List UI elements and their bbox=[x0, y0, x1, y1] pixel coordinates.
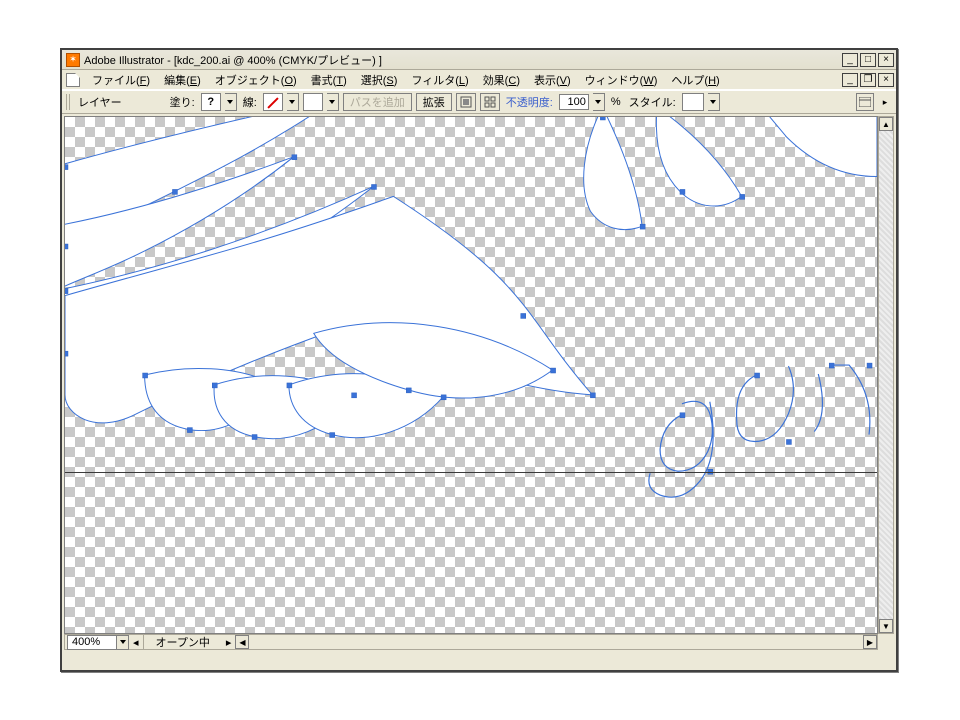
expand-button[interactable]: 拡張 bbox=[416, 93, 452, 111]
menu-filter[interactable]: フィルタ(L) bbox=[405, 70, 474, 90]
scroll-down-button[interactable]: ▼ bbox=[879, 619, 893, 633]
zoom-dropdown[interactable] bbox=[117, 635, 129, 650]
menu-edit[interactable]: 編集(E) bbox=[158, 70, 207, 90]
document-icon bbox=[66, 73, 80, 87]
fill-dropdown[interactable] bbox=[225, 93, 237, 111]
menubar: ファイル(F) 編集(E) オブジェクト(O) 書式(T) 選択(S) フィルタ… bbox=[62, 70, 896, 90]
panel-toggle-icon[interactable] bbox=[856, 93, 874, 111]
opacity-unit: % bbox=[609, 96, 623, 108]
close-button[interactable]: × bbox=[878, 53, 894, 67]
artboard-edge bbox=[65, 472, 877, 473]
isolate-group-icon[interactable] bbox=[456, 93, 476, 111]
zoom-field[interactable]: 400% bbox=[67, 635, 117, 650]
titlebar-text: Adobe Illustrator - [kdc_200.ai @ 400% (… bbox=[84, 52, 842, 68]
app-window: ✶ Adobe Illustrator - [kdc_200.ai @ 400%… bbox=[60, 48, 898, 672]
canvas[interactable] bbox=[64, 116, 878, 634]
menu-select[interactable]: 選択(S) bbox=[355, 70, 404, 90]
menu-file[interactable]: ファイル(F) bbox=[86, 70, 156, 90]
graphic-style-swatch[interactable] bbox=[682, 93, 704, 111]
horizontal-scrollbar: 400% ◂ オープン中 ▸ ◀ ▶ bbox=[64, 634, 878, 650]
scroll-up-button[interactable]: ▲ bbox=[879, 117, 893, 131]
menu-help[interactable]: ヘルプ(H) bbox=[665, 70, 725, 90]
align-panel-icon[interactable] bbox=[480, 93, 500, 111]
toolbar-grip[interactable] bbox=[66, 94, 72, 110]
scroll-left-button[interactable]: ◀ bbox=[235, 635, 249, 649]
selection-type-label: レイヤー bbox=[76, 94, 124, 110]
options-flyout-icon[interactable] bbox=[878, 96, 892, 108]
stroke-label: 線: bbox=[241, 94, 259, 110]
menu-window[interactable]: ウィンドウ(W) bbox=[579, 70, 664, 90]
document-area: ▲ ▼ 400% ◂ オープン中 ▸ ◀ ▶ bbox=[62, 114, 896, 652]
menu-type[interactable]: 書式(T) bbox=[305, 70, 353, 90]
window-controls: _ □ × bbox=[842, 53, 894, 67]
opacity-dropdown[interactable] bbox=[593, 93, 605, 111]
status-text: オープン中 bbox=[143, 635, 222, 650]
menu-object[interactable]: オブジェクト(O) bbox=[209, 70, 303, 90]
scroll-track[interactable] bbox=[879, 131, 893, 619]
scroll-right-button[interactable]: ▶ bbox=[863, 635, 877, 649]
minimize-button[interactable]: _ bbox=[842, 53, 858, 67]
maximize-button[interactable]: □ bbox=[860, 53, 876, 67]
opacity-label[interactable]: 不透明度: bbox=[504, 94, 555, 110]
fill-swatch[interactable]: ? bbox=[201, 93, 221, 111]
app-icon: ✶ bbox=[66, 53, 80, 67]
graphic-style-dropdown[interactable] bbox=[708, 93, 720, 111]
status-next-icon[interactable]: ▸ bbox=[222, 636, 236, 649]
doc-minimize-button[interactable]: _ bbox=[842, 73, 858, 87]
doc-restore-button[interactable]: ❐ bbox=[860, 73, 876, 87]
status-prev-icon[interactable]: ◂ bbox=[129, 636, 143, 649]
options-bar: レイヤー 塗り: ? 線: パスを追加 拡張 不透明度: 100 % スタイル: bbox=[62, 90, 896, 114]
vertical-scrollbar[interactable]: ▲ ▼ bbox=[878, 116, 894, 634]
stroke-weight-dropdown[interactable] bbox=[327, 93, 339, 111]
style-label: スタイル: bbox=[627, 94, 678, 110]
stroke-weight-field[interactable] bbox=[303, 93, 323, 111]
add-to-path-button: パスを追加 bbox=[343, 93, 412, 111]
doc-close-button[interactable]: × bbox=[878, 73, 894, 87]
artwork bbox=[65, 117, 877, 633]
document-window-controls: _ ❐ × bbox=[842, 73, 896, 87]
titlebar: ✶ Adobe Illustrator - [kdc_200.ai @ 400%… bbox=[62, 50, 896, 70]
opacity-field[interactable]: 100 bbox=[559, 94, 589, 110]
menu-effect[interactable]: 効果(C) bbox=[477, 70, 526, 90]
menu-view[interactable]: 表示(V) bbox=[528, 70, 577, 90]
fill-label: 塗り: bbox=[168, 94, 197, 110]
stroke-swatch-none[interactable] bbox=[263, 93, 283, 111]
stroke-dropdown[interactable] bbox=[287, 93, 299, 111]
